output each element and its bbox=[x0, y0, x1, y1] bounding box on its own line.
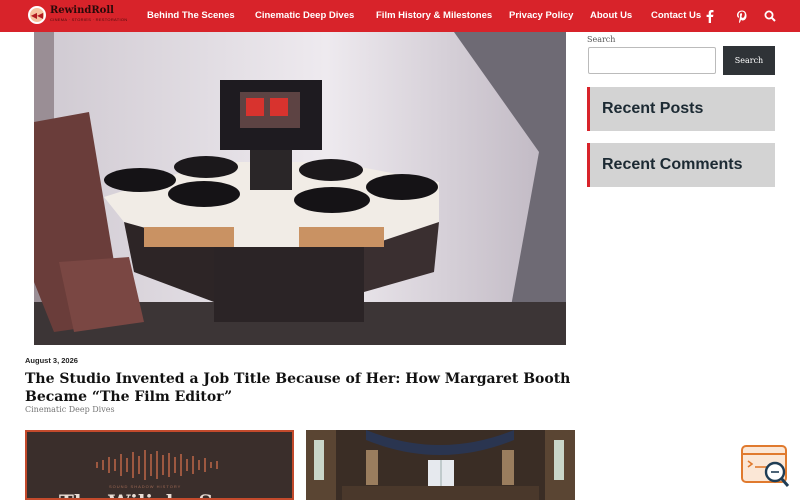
nav-film-history[interactable]: Film History & Milestones bbox=[376, 10, 492, 21]
nav-about-us[interactable]: About Us bbox=[590, 10, 632, 21]
search-button[interactable]: Search bbox=[723, 46, 775, 75]
search-label: Search bbox=[587, 35, 616, 44]
post-category[interactable]: Cinematic Deep Dives bbox=[25, 405, 115, 414]
nav-cinematic-deep-dives[interactable]: Cinematic Deep Dives bbox=[255, 10, 354, 21]
post-title[interactable]: The Studio Invented a Job Title Because … bbox=[25, 370, 585, 406]
search-input[interactable] bbox=[588, 47, 716, 74]
logo-tagline: CINEMA · STORIES · RESTORATION bbox=[50, 17, 128, 22]
featured-image[interactable] bbox=[34, 32, 566, 345]
search-icon[interactable] bbox=[763, 8, 777, 24]
nav-contact-us[interactable]: Contact Us bbox=[651, 10, 701, 21]
reader-search-icon[interactable] bbox=[741, 445, 791, 489]
thumbnail-title: The Wiliaby S bbox=[59, 490, 213, 498]
post-date: August 3, 2026 bbox=[25, 356, 78, 365]
recent-comments-heading: Recent Comments bbox=[587, 143, 775, 187]
logo-name: RewindRoll bbox=[50, 5, 114, 16]
site-header: ◀◀ RewindRoll CINEMA · STORIES · RESTORA… bbox=[0, 0, 800, 32]
recent-posts-heading: Recent Posts bbox=[587, 87, 775, 131]
post-thumbnail[interactable] bbox=[306, 430, 575, 500]
thumbnail-tag: SOUND SHADOW HISTORY bbox=[109, 484, 182, 489]
rewind-icon: ◀◀ bbox=[28, 6, 46, 24]
pinterest-icon[interactable] bbox=[735, 8, 749, 24]
nav-privacy-policy[interactable]: Privacy Policy bbox=[509, 10, 573, 21]
facebook-icon[interactable] bbox=[703, 8, 717, 24]
post-thumbnail[interactable]: SOUND SHADOW HISTORY The Wiliaby S bbox=[25, 430, 294, 500]
site-logo[interactable]: ◀◀ RewindRoll CINEMA · STORIES · RESTORA… bbox=[28, 6, 127, 24]
nav-behind-the-scenes[interactable]: Behind The Scenes bbox=[147, 10, 235, 21]
